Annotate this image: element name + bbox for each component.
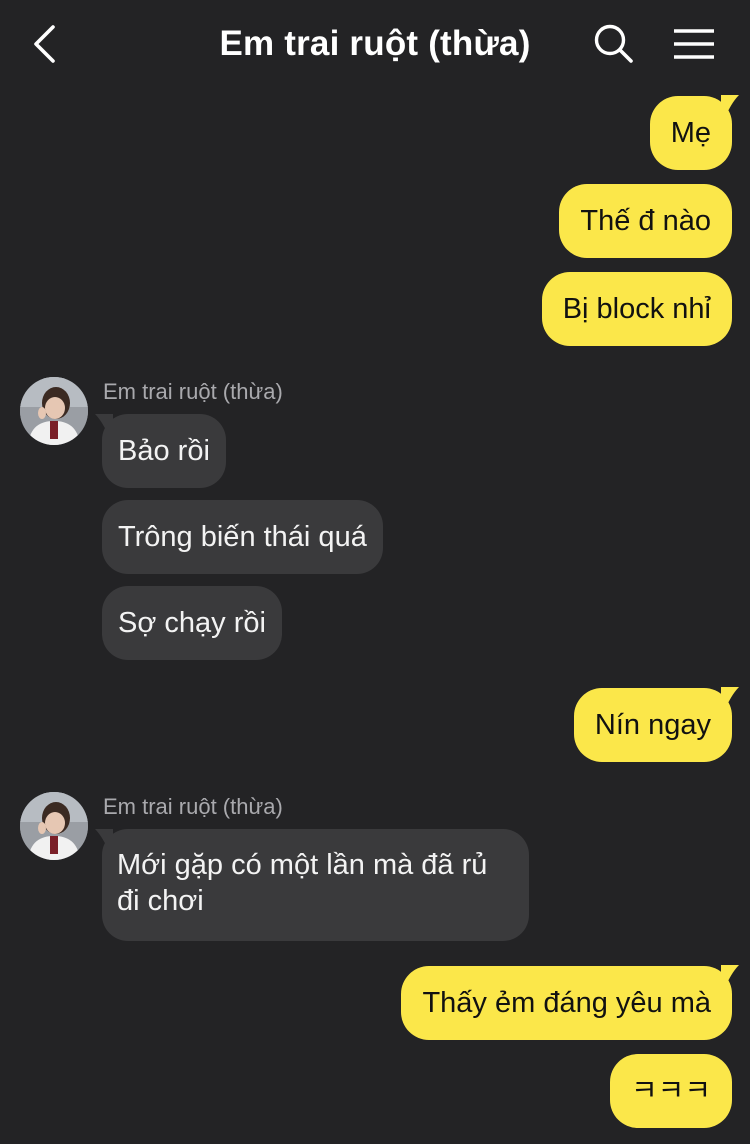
outgoing-message[interactable]: ㅋㅋㅋ (609, 1054, 732, 1128)
chat-screen: Em trai ruột (thừa) Mẹ Thế đ nào Bị bloc… (0, 0, 750, 1144)
bubble-tail (95, 414, 113, 436)
message-text: Thế đ nào (580, 205, 711, 237)
search-icon (594, 24, 633, 63)
incoming-message[interactable]: Trông biến thái quá (102, 500, 383, 574)
avatar-image (20, 792, 88, 860)
avatar-image (20, 377, 88, 445)
bubble-tail (721, 965, 739, 987)
outgoing-message[interactable]: Thế đ nào (559, 184, 732, 258)
bubble-tail (95, 829, 113, 851)
message-text: Thấy ẻm đáng yêu mà (422, 987, 711, 1019)
message-text: Bảo rồi (118, 435, 210, 467)
message-text: Sợ chạy rồi (118, 607, 266, 639)
incoming-message[interactable]: Mới gặp có một lần mà đã rủ đi chơi (95, 829, 529, 941)
message-text: Nín ngay (594, 709, 711, 741)
message-text: ㅋㅋㅋ (630, 1075, 711, 1107)
avatar[interactable] (20, 377, 88, 445)
message-text: Trông biến thái quá (118, 521, 367, 553)
outgoing-message[interactable]: Mẹ (649, 95, 739, 170)
incoming-message[interactable]: Bảo rồi (95, 414, 226, 488)
chat-title: Em trai ruột (thừa) (219, 24, 531, 63)
hamburger-menu-icon (674, 29, 714, 59)
bubble-tail (721, 95, 739, 117)
outgoing-message[interactable]: Bị block nhỉ (541, 272, 732, 346)
sender-name: Em trai ruột (thừa) (103, 794, 283, 819)
sender-name: Em trai ruột (thừa) (103, 379, 283, 404)
avatar[interactable] (20, 792, 88, 860)
message-text: Bị block nhỉ (562, 293, 711, 325)
search-button[interactable] (592, 22, 636, 66)
outgoing-message[interactable]: Nín ngay (573, 687, 739, 762)
message-text: Mẹ (670, 117, 711, 149)
incoming-message[interactable]: Sợ chạy rồi (102, 586, 282, 660)
menu-button[interactable] (670, 22, 718, 66)
bubble-tail (721, 687, 739, 709)
outgoing-message[interactable]: Thấy ẻm đáng yêu mà (401, 965, 739, 1040)
chat-header: Em trai ruột (thừa) (0, 0, 750, 88)
message-text: Mới gặp có một lần mà đã rủ đi chơi (117, 849, 488, 917)
